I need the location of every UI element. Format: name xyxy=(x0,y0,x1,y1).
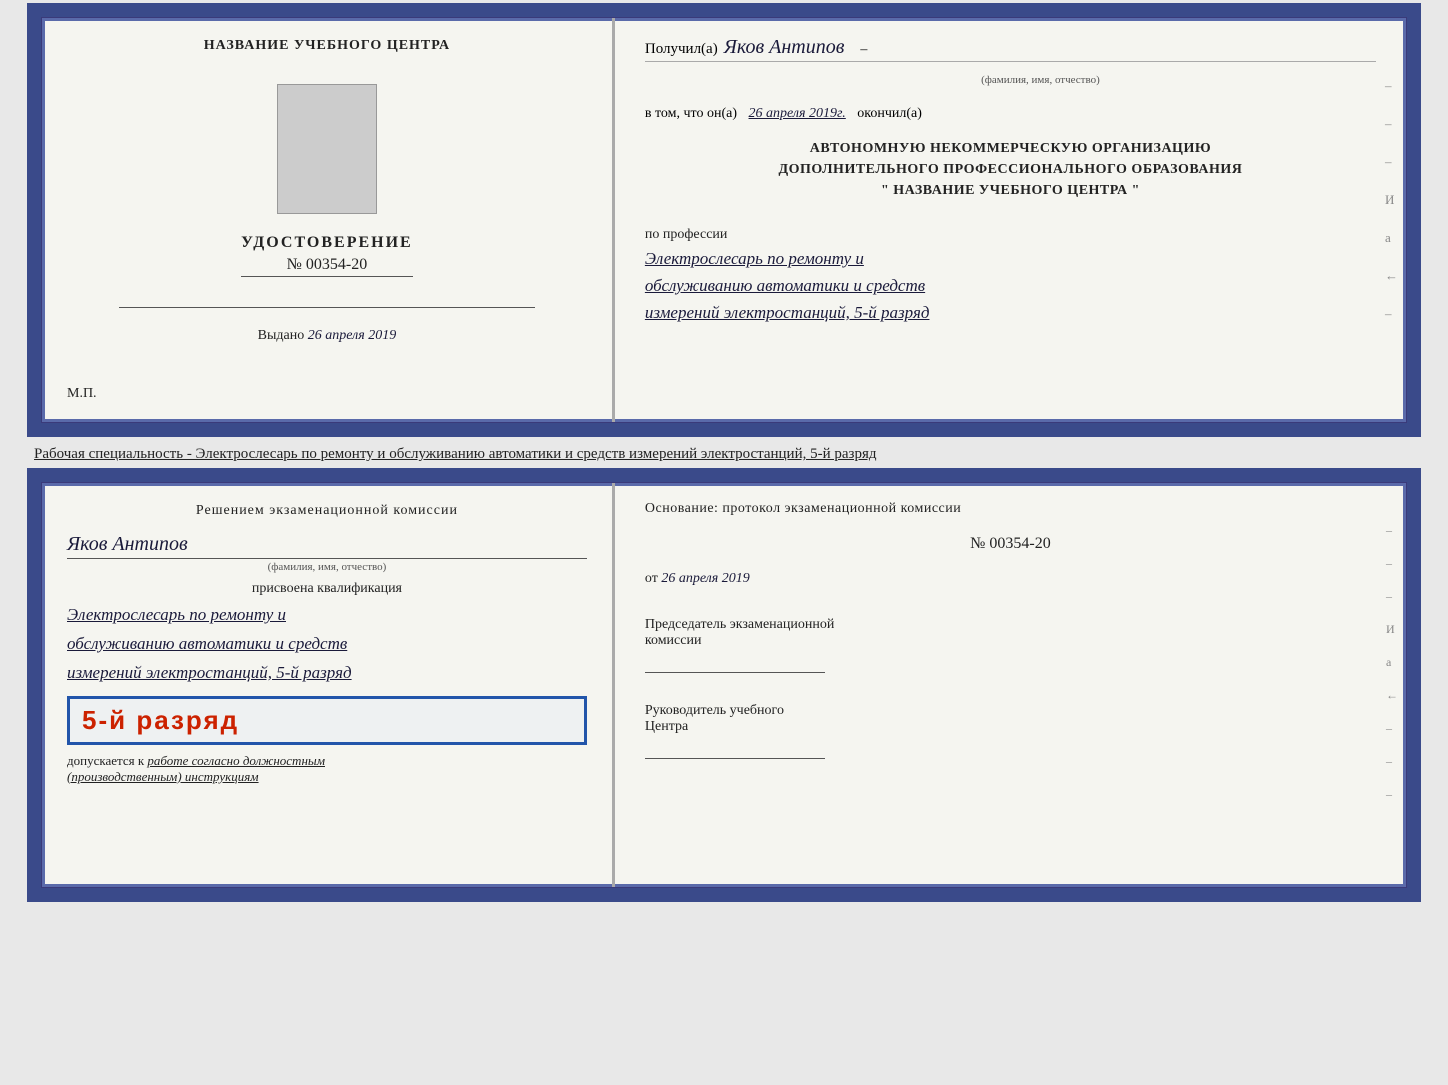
assigned-qual: присвоена квалификация xyxy=(67,581,587,597)
chairman-block: Председатель экзаменационной комиссии xyxy=(645,617,1376,673)
cert-top-right-panel: Получил(а) Яков Антипов – (фамилия, имя,… xyxy=(615,18,1406,422)
director-block: Руководитель учебного Центра xyxy=(645,703,1376,759)
decision-text: Решением экзаменационной комиссии xyxy=(67,503,587,519)
issued-line: Выдано 26 апреля 2019 xyxy=(67,328,587,344)
director-signature-line xyxy=(645,741,825,759)
bottom-name: Яков Антипов xyxy=(67,533,587,559)
org-block-top: АВТОНОМНУЮ НЕКОММЕРЧЕСКУЮ ОРГАНИЗАЦИЮ ДО… xyxy=(645,138,1376,201)
allowed-text: допускается к работе согласно должностны… xyxy=(67,753,587,785)
specialty-text: Рабочая специальность - Электрослесарь п… xyxy=(34,438,1414,467)
cert-bottom-left-panel: Решением экзаменационной комиссии Яков А… xyxy=(42,483,615,887)
protocol-date-val: 26 апреля 2019 xyxy=(661,571,749,586)
org-name-top: НАЗВАНИЕ УЧЕБНОГО ЦЕНТРА xyxy=(204,38,450,54)
basis-text: Основание: протокол экзаменационной коми… xyxy=(645,501,1376,517)
photo-placeholder xyxy=(277,84,377,214)
received-prefix: Получил(а) xyxy=(645,41,718,58)
certificate-top: НАЗВАНИЕ УЧЕБНОГО ЦЕНТРА УДОСТОВЕРЕНИЕ №… xyxy=(34,10,1414,430)
cert-label: УДОСТОВЕРЕНИЕ xyxy=(241,234,413,252)
fio-label-bottom: (фамилия, имя, отчество) xyxy=(67,561,587,573)
cert-number: № 00354-20 xyxy=(241,256,413,277)
protocol-number: № 00354-20 xyxy=(645,535,1376,553)
stamp-box: 5-й разряд xyxy=(67,696,587,745)
certificate-bottom: Решением экзаменационной комиссии Яков А… xyxy=(34,475,1414,895)
cert-bottom-right-panel: Основание: протокол экзаменационной коми… xyxy=(615,483,1406,887)
side-dashes-top: – – – И а ← – xyxy=(1385,78,1398,322)
cert-top-left-panel: НАЗВАНИЕ УЧЕБНОГО ЦЕНТРА УДОСТОВЕРЕНИЕ №… xyxy=(42,18,615,422)
profession-text: Электрослесарь по ремонту и обслуживанию… xyxy=(645,245,1376,327)
stamp-text: 5-й разряд xyxy=(82,705,572,736)
qual-text: Электрослесарь по ремонту и обслуживанию… xyxy=(67,601,587,688)
chairman-signature-line xyxy=(645,655,825,673)
in-that-block: в том, что он(а) 26 апреля 2019г. окончи… xyxy=(645,106,1376,122)
protocol-date: от 26 апреля 2019 xyxy=(645,571,1376,587)
side-marks-bottom: – – – И а ← – – – xyxy=(1386,523,1398,802)
in-that-date: 26 апреля 2019г. xyxy=(749,106,846,121)
recipient-name: Яков Антипов xyxy=(724,36,845,59)
fio-label-top: (фамилия, имя, отчество) xyxy=(705,74,1376,86)
profession-label: по профессии xyxy=(645,227,1376,243)
mp-line: М.П. xyxy=(67,386,97,402)
